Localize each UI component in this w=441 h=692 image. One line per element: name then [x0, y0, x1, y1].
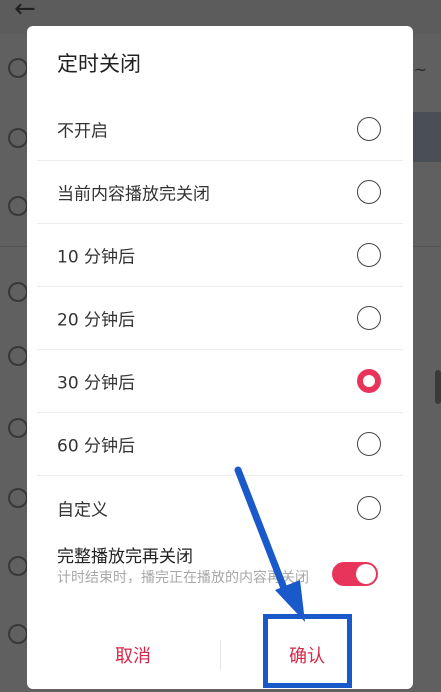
radio-icon[interactable] [357, 180, 381, 204]
option-10-min[interactable]: 10 分钟后 [37, 224, 403, 287]
background-tilde-icon: ~ [413, 60, 427, 79]
background-list-icon [8, 282, 28, 302]
option-label: 自定义 [57, 500, 108, 520]
option-label: 60 分钟后 [57, 436, 136, 457]
option-off[interactable]: 不开启 [37, 98, 403, 161]
background-scroll-handle [435, 370, 441, 404]
radio-icon[interactable] [357, 306, 381, 330]
background-bell-icon [8, 58, 28, 78]
radio-icon[interactable] [357, 243, 381, 267]
option-after-current[interactable]: 当前内容播放完关闭 [37, 161, 403, 224]
option-custom[interactable]: 自定义 [37, 476, 403, 539]
option-label: 当前内容播放完关闭 [57, 184, 210, 205]
complete-play-toggle[interactable] [332, 562, 378, 586]
background-thumbnail [413, 112, 441, 162]
radio-icon[interactable] [357, 495, 381, 520]
option-label: 30 分钟后 [57, 373, 136, 394]
dialog-title: 定时关闭 [57, 52, 141, 76]
cancel-button[interactable]: 取消 [83, 630, 183, 684]
back-arrow-icon[interactable]: ← [14, 0, 36, 24]
option-label: 20 分钟后 [57, 310, 136, 331]
option-label: 不开启 [57, 121, 108, 142]
complete-play-title: 完整播放完再关闭 [57, 547, 193, 567]
option-30-min[interactable]: 30 分钟后 [37, 350, 403, 413]
annotation-highlight-box [263, 614, 352, 688]
background-timer-icon [8, 624, 28, 644]
background-message-icon [8, 128, 28, 148]
timer-close-dialog: 定时关闭 不开启 当前内容播放完关闭 10 分钟后 20 分钟后 30 分钟后 … [27, 26, 413, 689]
footer-divider [220, 640, 221, 670]
radio-icon[interactable] [357, 117, 381, 141]
radio-icon[interactable] [357, 432, 381, 456]
option-label: 10 分钟后 [57, 247, 136, 268]
background-shirt-icon [8, 556, 28, 576]
complete-play-description: 计时结束时，播完正在播放的内容再关闭 [57, 570, 309, 586]
option-20-min[interactable]: 20 分钟后 [37, 287, 403, 350]
background-globe-icon [8, 418, 28, 438]
background-clock-icon [8, 346, 28, 366]
toggle-knob [356, 564, 376, 584]
background-menu-icon [8, 488, 28, 508]
background-image-icon [8, 196, 28, 216]
radio-checked-icon[interactable] [357, 369, 381, 393]
option-60-min[interactable]: 60 分钟后 [37, 413, 403, 476]
